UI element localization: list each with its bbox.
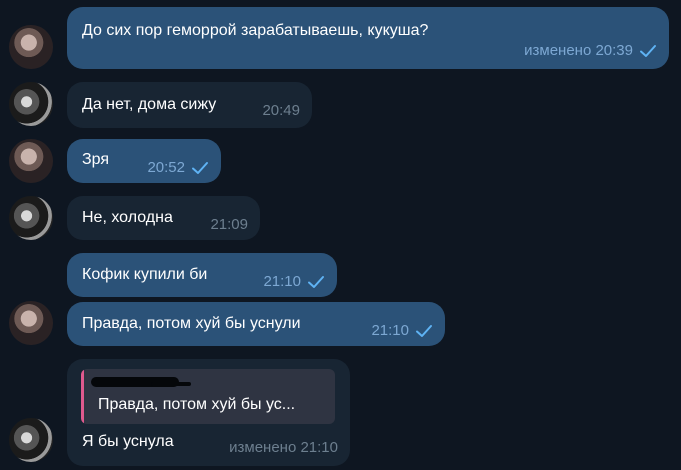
message-text: Правда, потом хуй бы уснули bbox=[82, 315, 301, 332]
message-bubble-outgoing[interactable]: Правда, потом хуй бы уснули 21:10 bbox=[67, 302, 445, 346]
message-text: До сих пор геморрой зарабатываешь, кукуш… bbox=[82, 22, 429, 39]
message-text: Не, холодна bbox=[82, 209, 173, 226]
avatar-incoming[interactable] bbox=[9, 418, 53, 462]
message-meta: 20:52 bbox=[147, 159, 209, 177]
message-meta: 21:10 bbox=[263, 273, 325, 291]
message-bubble-incoming[interactable]: Да нет, дома сижу 20:49 bbox=[67, 82, 312, 128]
avatar-outgoing[interactable] bbox=[9, 25, 53, 69]
message-bubble-outgoing[interactable]: Зря 20:52 bbox=[67, 139, 221, 183]
message-bubble-outgoing[interactable]: До сих пор геморрой зарабатываешь, кукуш… bbox=[67, 7, 669, 69]
avatar-incoming[interactable] bbox=[9, 82, 53, 126]
message-bubble-incoming[interactable]: Правда, потом хуй бы ус... Я бы уснула и… bbox=[67, 359, 350, 466]
reply-preview-text: Правда, потом хуй бы ус... bbox=[98, 396, 296, 413]
message-time: изменено 21:10 bbox=[229, 439, 338, 456]
message-time: 20:49 bbox=[262, 102, 300, 119]
reply-accent-bar bbox=[81, 369, 84, 424]
message-text: Я бы уснула bbox=[82, 433, 174, 450]
read-check-icon bbox=[191, 161, 209, 175]
read-check-icon bbox=[639, 44, 657, 58]
avatar-outgoing[interactable] bbox=[9, 139, 53, 183]
message-meta: 21:10 bbox=[371, 322, 433, 340]
message-meta: изменено 21:10 bbox=[229, 439, 338, 457]
message-bubble-incoming[interactable]: Не, холодна 21:09 bbox=[67, 196, 260, 240]
avatar-incoming[interactable] bbox=[9, 196, 53, 240]
message-meta: 21:09 bbox=[210, 216, 248, 234]
message-time: изменено 20:39 bbox=[524, 42, 633, 59]
message-time: 20:52 bbox=[147, 159, 185, 176]
message-time: 21:09 bbox=[210, 216, 248, 233]
message-text: Зря bbox=[82, 151, 110, 168]
message-bubble-outgoing[interactable]: Кофик купили би 21:10 bbox=[67, 253, 337, 297]
message-time: 21:10 bbox=[371, 322, 409, 339]
reply-preview[interactable]: Правда, потом хуй бы ус... bbox=[81, 369, 335, 424]
message-time: 21:10 bbox=[263, 273, 301, 290]
read-check-icon bbox=[415, 324, 433, 338]
read-check-icon bbox=[307, 275, 325, 289]
message-meta: 20:49 bbox=[262, 102, 300, 120]
reply-author-redacted bbox=[91, 377, 191, 387]
avatar-outgoing[interactable] bbox=[9, 301, 53, 345]
message-text: Да нет, дома сижу bbox=[82, 96, 217, 113]
message-text: Кофик купили би bbox=[82, 266, 208, 283]
message-meta: изменено 20:39 bbox=[524, 42, 657, 60]
